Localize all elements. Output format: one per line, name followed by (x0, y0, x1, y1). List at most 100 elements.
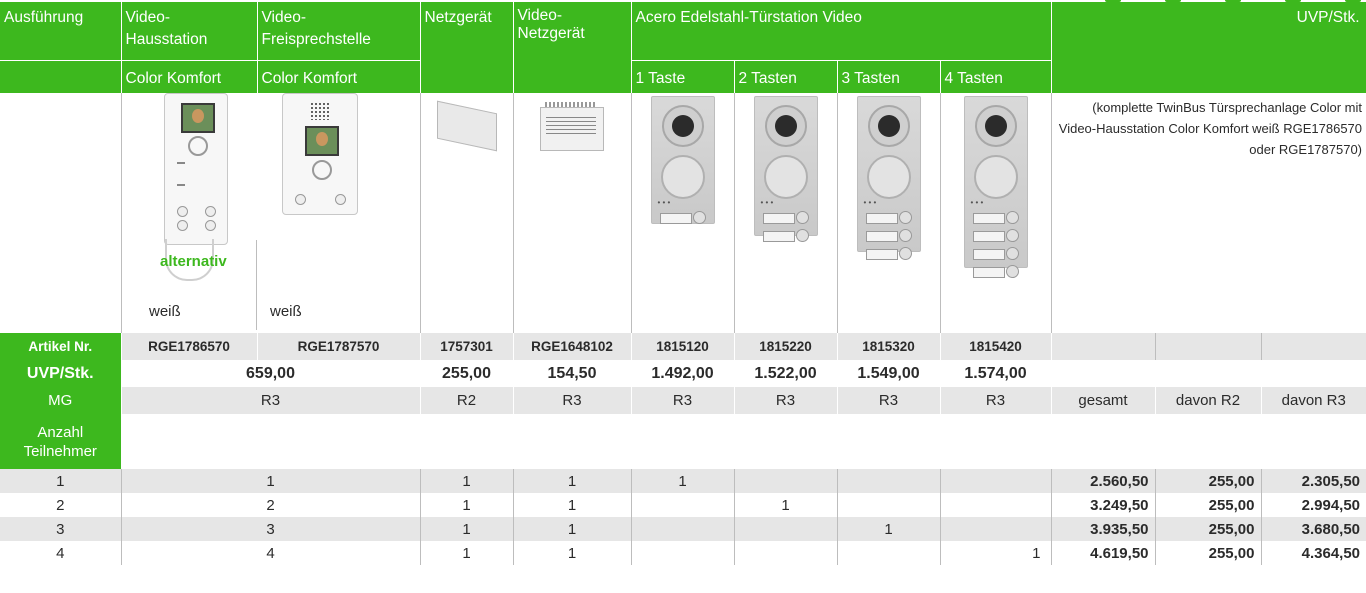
teilnehmer-count: 3 (0, 517, 122, 541)
header-frei-sub: Color Komfort (257, 60, 421, 93)
header-taste-1: 1 Taste (631, 60, 735, 93)
uvp-t2: 1.522,00 (734, 360, 838, 387)
mg-t2: R3 (734, 387, 838, 414)
mg-row: MG R3 R2 R3 R3 R3 R3 R3 gesamt davon R2 … (0, 387, 1366, 414)
video-netzgeraet-image-cell (513, 93, 632, 333)
artikel-t3: 1815320 (837, 333, 941, 360)
uvp-t4: 1.574,00 (940, 360, 1052, 387)
cell-stations: 1 (121, 469, 421, 493)
artikel-label: Artikel Nr. (0, 333, 122, 360)
anzahl-empty (631, 414, 735, 469)
header-ausfuehrung-cont (0, 60, 122, 93)
image-empty (0, 93, 122, 333)
uvp-empty (1155, 360, 1262, 387)
color-label-haus: weiß (149, 303, 181, 320)
uvp-stations: 659,00 (121, 360, 421, 387)
tuerstation-2-cell: • • • (734, 93, 838, 333)
header-uvp: UVP/Stk. (1051, 2, 1366, 93)
color-label-frei: weiß (270, 303, 302, 320)
artikel-empty (1051, 333, 1156, 360)
cell-netz: 1 (420, 469, 514, 493)
cell-netz: 1 (420, 517, 514, 541)
uvp-empty (1051, 360, 1156, 387)
header-video-hausstation: Video- Hausstation (121, 2, 258, 61)
video-hausstation-image (163, 93, 228, 281)
cell-t1 (631, 517, 735, 541)
mg-netz: R2 (420, 387, 514, 414)
artikel-t2: 1815220 (734, 333, 838, 360)
cell-t3 (837, 541, 941, 565)
anzahl-empty (734, 414, 838, 469)
anzahl-empty (940, 414, 1052, 469)
uvp-netz: 255,00 (420, 360, 514, 387)
artikel-haus: RGE1786570 (121, 333, 258, 360)
artikel-t4: 1815420 (940, 333, 1052, 360)
tuerstation-2-image: • • • (753, 96, 818, 242)
image-row: • • • • • • • • • • • • (komplette TwinB… (0, 93, 1366, 333)
artikel-t1: 1815120 (631, 333, 735, 360)
cell-stations: 2 (121, 493, 421, 517)
header-taste-2: 2 Tasten (734, 60, 838, 93)
cell-r3: 2.305,50 (1261, 469, 1366, 493)
price-table: Ausführung Video- Hausstation Video- Freis… (0, 2, 1366, 565)
mg-gesamt: gesamt (1051, 387, 1156, 414)
uvp-t1: 1.492,00 (631, 360, 735, 387)
artikel-vnetz: RGE1648102 (513, 333, 632, 360)
cell-r2: 255,00 (1155, 541, 1262, 565)
anzahl-empty (513, 414, 632, 469)
system-note: (komplette TwinBus Türsprechanlage Color… (1058, 100, 1363, 157)
cell-gesamt: 3.935,50 (1051, 517, 1156, 541)
cell-t3: 1 (837, 517, 941, 541)
cell-gesamt: 4.619,50 (1051, 541, 1156, 565)
cell-t1: 1 (631, 469, 735, 493)
anzahl-row: Anzahl Teilnehmer (0, 414, 1366, 469)
header-acero: Acero Edelstahl-Türstation Video (631, 2, 1052, 61)
cell-vnetz: 1 (513, 493, 632, 517)
alternative-divider (256, 240, 257, 330)
cell-t4: 1 (940, 541, 1052, 565)
table-row: 4 4 1 1 1 4.619,50 255,00 4.364,50 (0, 541, 1366, 565)
uvp-vnetz: 154,50 (513, 360, 632, 387)
anzahl-empty (1051, 414, 1156, 469)
cell-gesamt: 2.560,50 (1051, 469, 1156, 493)
cell-vnetz: 1 (513, 517, 632, 541)
cell-t3 (837, 469, 941, 493)
cell-netz: 1 (420, 493, 514, 517)
teilnehmer-count: 1 (0, 469, 122, 493)
uvp-row: UVP/Stk. 659,00 255,00 154,50 1.492,00 1… (0, 360, 1366, 387)
tuerstation-1-image: • • • (650, 96, 715, 224)
cell-r3: 4.364,50 (1261, 541, 1366, 565)
header-taste-3: 3 Tasten (837, 60, 941, 93)
artikel-netz: 1757301 (420, 333, 514, 360)
cell-r3: 2.994,50 (1261, 493, 1366, 517)
cell-t4 (940, 469, 1052, 493)
cell-t2: 1 (734, 493, 838, 517)
cell-netz: 1 (420, 541, 514, 565)
cell-r2: 255,00 (1155, 469, 1262, 493)
alternativ-label: alternativ (160, 253, 227, 270)
cell-t2 (734, 469, 838, 493)
cell-r3: 3.680,50 (1261, 517, 1366, 541)
mg-t4: R3 (940, 387, 1052, 414)
header-ausfuehrung: Ausführung (0, 2, 122, 61)
cell-vnetz: 1 (513, 469, 632, 493)
artikel-row: Artikel Nr. RGE1786570 RGE1787570 175730… (0, 333, 1366, 360)
note-cell: (komplette TwinBus Türsprechanlage Color… (1051, 93, 1366, 333)
cell-stations: 3 (121, 517, 421, 541)
table-row: 1 1 1 1 1 2.560,50 255,00 2.305,50 (0, 469, 1366, 493)
tuerstation-3-cell: • • • (837, 93, 941, 333)
uvp-t3: 1.549,00 (837, 360, 941, 387)
mg-davon-r2: davon R2 (1155, 387, 1262, 414)
header-video-freisprechstelle: Video- Freisprechstelle (257, 2, 421, 61)
uvp-label: UVP/Stk. (0, 360, 122, 387)
artikel-empty (1261, 333, 1366, 360)
cell-gesamt: 3.249,50 (1051, 493, 1156, 517)
video-netzgeraet-image (540, 102, 604, 151)
artikel-empty (1155, 333, 1262, 360)
netzgeraet-image-cell (420, 93, 514, 333)
cell-t2 (734, 541, 838, 565)
cell-stations: 4 (121, 541, 421, 565)
tuerstation-1-cell: • • • (631, 93, 735, 333)
cell-r2: 255,00 (1155, 493, 1262, 517)
mg-vnetz: R3 (513, 387, 632, 414)
